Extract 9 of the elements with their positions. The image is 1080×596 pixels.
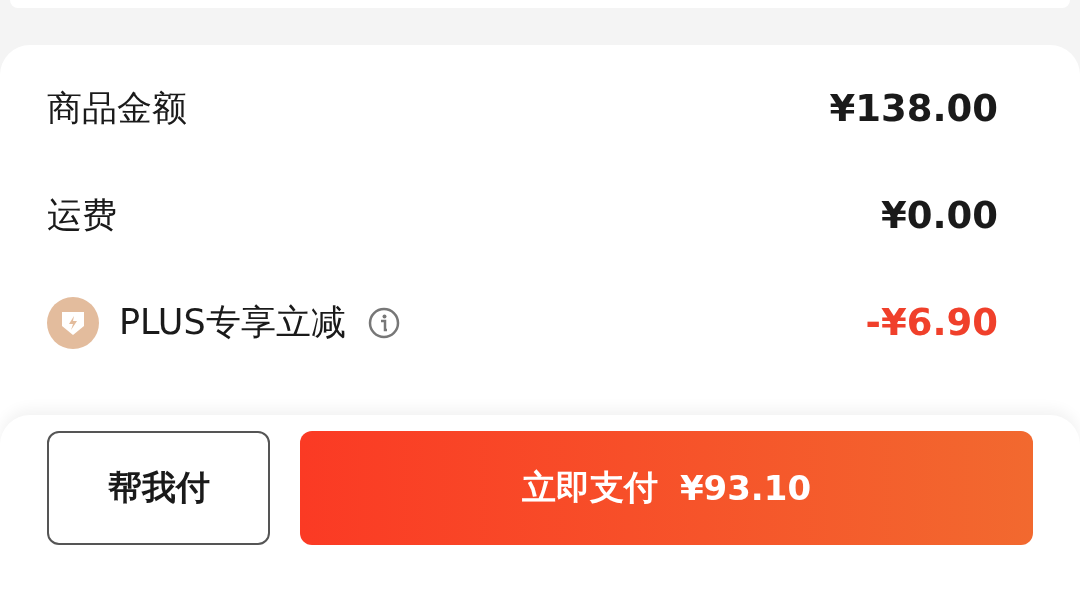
fee-label: 商品金额 [47,87,187,130]
help-pay-button[interactable]: 帮我付 [47,431,270,545]
fee-amount: ¥138.00 [829,87,998,130]
fee-amount: -¥6.90 [865,301,998,344]
fee-amount: ¥0.00 [880,194,998,237]
fee-label: PLUS专享立减 [119,301,346,344]
badge-icon [47,296,99,349]
info-icon[interactable] [367,306,400,339]
fee-label: 运费 [47,194,117,237]
